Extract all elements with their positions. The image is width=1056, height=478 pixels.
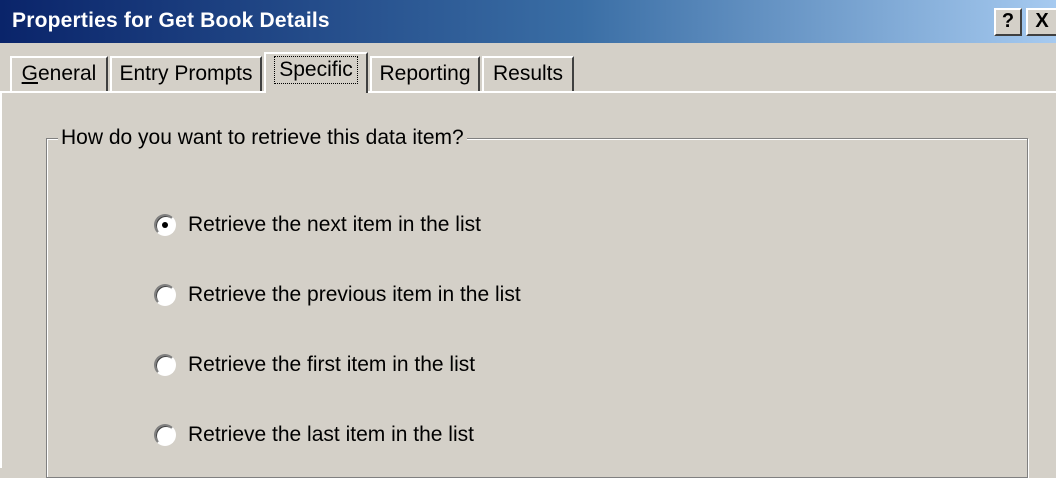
radio-label[interactable]: Retrieve the first item in the list (188, 353, 475, 377)
tab-results[interactable]: Results (482, 56, 574, 92)
title-bar[interactable]: Properties for Get Book Details ? X (0, 0, 1056, 43)
radio-label[interactable]: Retrieve the last item in the list (188, 423, 474, 447)
tab-general-label: General (21, 62, 97, 85)
close-button[interactable]: X (1026, 8, 1056, 36)
radio-button[interactable] (154, 424, 176, 446)
tab-strip: General Entry Prompts Specific Reporting… (0, 52, 1056, 93)
tab-specific[interactable]: Specific (264, 52, 368, 93)
radio-last-item[interactable]: Retrieve the last item in the list (154, 421, 474, 449)
radio-previous-item[interactable]: Retrieve the previous item in the list (154, 281, 521, 309)
help-button[interactable]: ? (994, 8, 1022, 36)
radio-label[interactable]: Retrieve the previous item in the list (188, 283, 521, 307)
radio-next-item[interactable]: Retrieve the next item in the list (154, 211, 481, 239)
tab-reporting[interactable]: Reporting (370, 56, 480, 92)
radio-first-item[interactable]: Retrieve the first item in the list (154, 351, 475, 379)
radio-button[interactable] (154, 354, 176, 376)
radio-button[interactable] (154, 214, 176, 236)
tab-entry-prompts-label: Entry Prompts (119, 62, 253, 85)
groupbox-label: How do you want to retrieve this data it… (58, 126, 467, 150)
tab-reporting-label: Reporting (379, 62, 471, 85)
tab-entry-prompts[interactable]: Entry Prompts (110, 56, 262, 92)
tab-general[interactable]: General (10, 56, 108, 92)
window-title: Properties for Get Book Details (12, 9, 330, 32)
radio-button[interactable] (154, 284, 176, 306)
radio-label[interactable]: Retrieve the next item in the list (188, 213, 481, 237)
tab-specific-label: Specific (274, 56, 358, 84)
tab-results-label: Results (492, 62, 564, 85)
